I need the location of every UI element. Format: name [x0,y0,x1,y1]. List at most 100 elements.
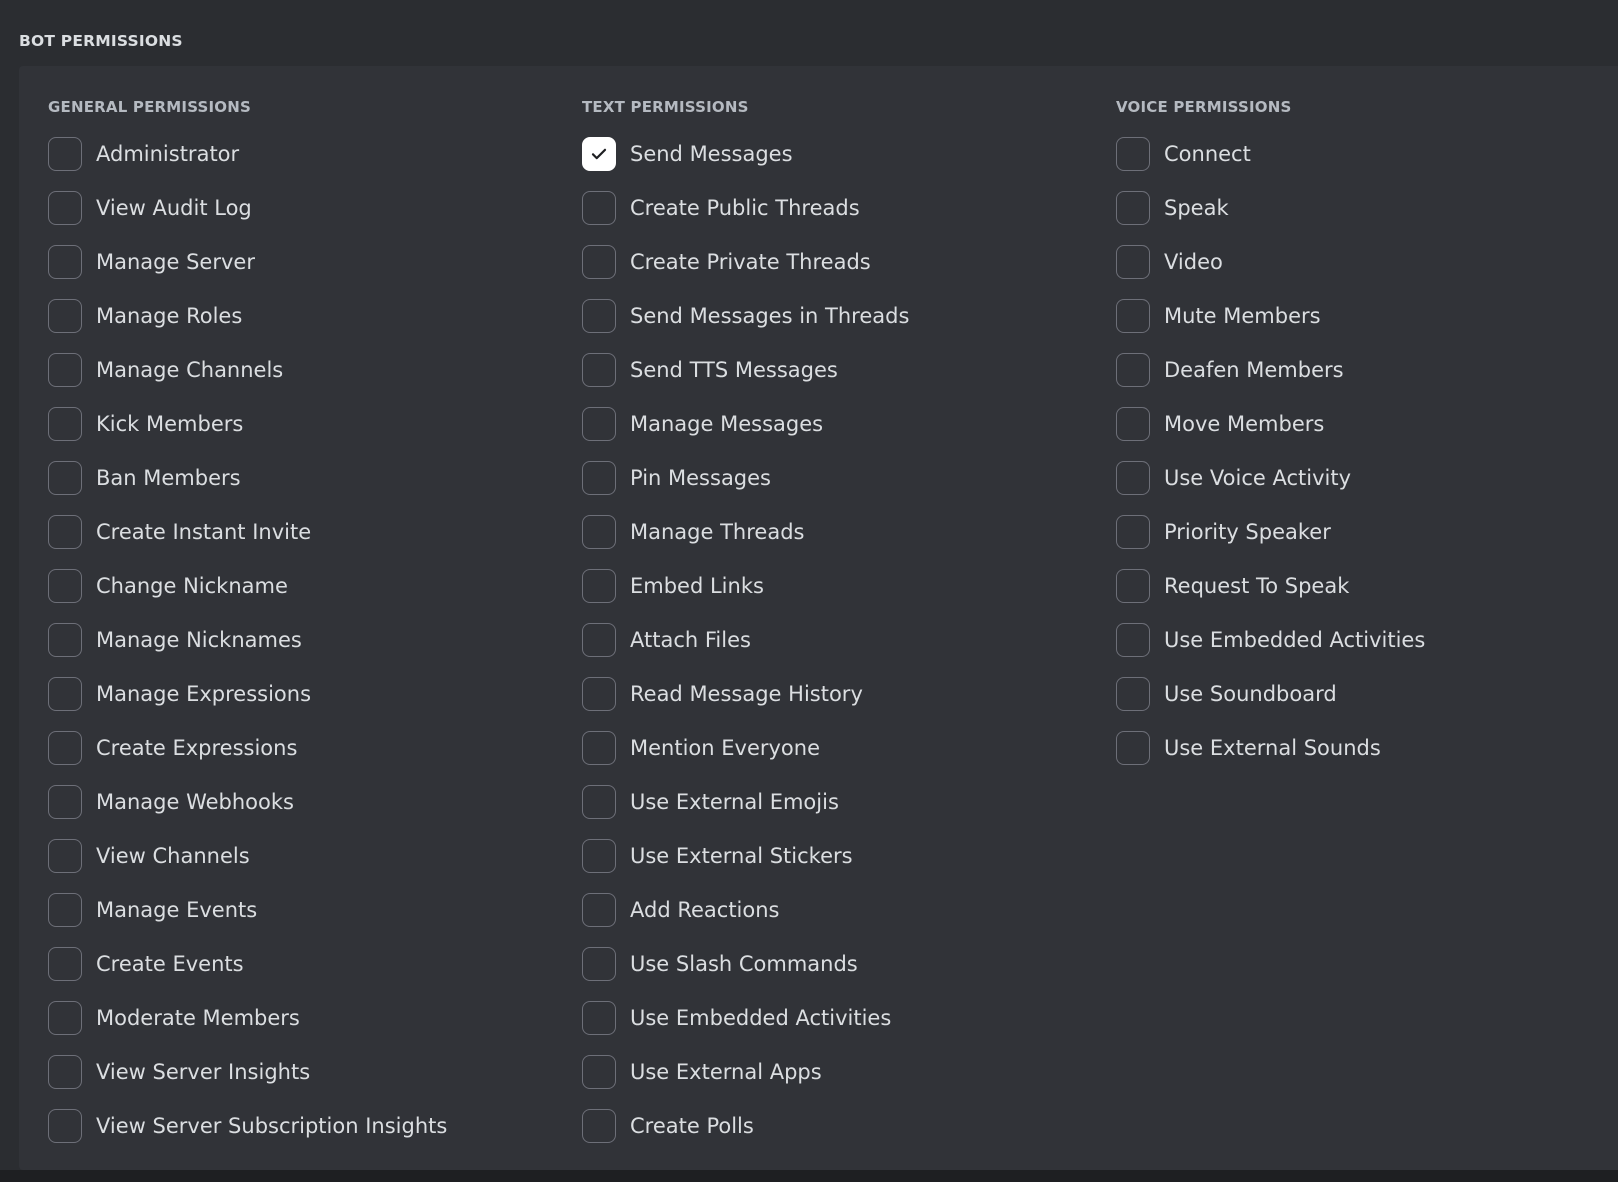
permission-checkbox[interactable] [1116,137,1150,171]
permission-view-server-subscription-insights[interactable]: View Server Subscription Insights [48,1099,447,1153]
permission-checkbox[interactable] [582,461,616,495]
permission-use-external-stickers[interactable]: Use External Stickers [582,829,909,883]
permission-create-polls[interactable]: Create Polls [582,1099,909,1153]
permission-attach-files[interactable]: Attach Files [582,613,909,667]
permission-checkbox[interactable] [582,1109,616,1143]
permission-connect[interactable]: Connect [1116,127,1425,181]
permission-checkbox[interactable] [582,731,616,765]
permission-checkbox[interactable] [582,569,616,603]
permission-checkbox[interactable] [582,893,616,927]
permission-checkbox[interactable] [48,461,82,495]
permission-checkbox[interactable] [582,407,616,441]
permission-manage-threads[interactable]: Manage Threads [582,505,909,559]
permission-mention-everyone[interactable]: Mention Everyone [582,721,909,775]
permission-manage-channels[interactable]: Manage Channels [48,343,447,397]
permission-use-embedded-activities[interactable]: Use Embedded Activities [1116,613,1425,667]
permission-checkbox[interactable] [48,1109,82,1143]
permission-checkbox[interactable] [1116,245,1150,279]
permission-add-reactions[interactable]: Add Reactions [582,883,909,937]
permission-checkbox[interactable] [1116,461,1150,495]
permission-create-expressions[interactable]: Create Expressions [48,721,447,775]
permission-checkbox[interactable] [48,353,82,387]
permission-ban-members[interactable]: Ban Members [48,451,447,505]
permission-manage-events[interactable]: Manage Events [48,883,447,937]
permission-use-external-sounds[interactable]: Use External Sounds [1116,721,1425,775]
permission-checkbox[interactable] [48,191,82,225]
permission-manage-server[interactable]: Manage Server [48,235,447,289]
permission-embed-links[interactable]: Embed Links [582,559,909,613]
permission-create-private-threads[interactable]: Create Private Threads [582,235,909,289]
permission-checkbox[interactable] [48,299,82,333]
permission-use-soundboard[interactable]: Use Soundboard [1116,667,1425,721]
permission-use-external-apps[interactable]: Use External Apps [582,1045,909,1099]
permission-checkbox[interactable] [48,677,82,711]
permission-checkbox[interactable] [582,1001,616,1035]
permission-checkbox[interactable] [582,191,616,225]
permission-manage-nicknames[interactable]: Manage Nicknames [48,613,447,667]
permission-checkbox[interactable] [582,677,616,711]
permission-checkbox[interactable] [1116,407,1150,441]
permission-checkbox[interactable] [48,569,82,603]
permission-checkbox[interactable] [582,515,616,549]
permission-checkbox[interactable] [48,785,82,819]
permission-use-voice-activity[interactable]: Use Voice Activity [1116,451,1425,505]
permission-create-events[interactable]: Create Events [48,937,447,991]
permission-manage-expressions[interactable]: Manage Expressions [48,667,447,721]
permission-deafen-members[interactable]: Deafen Members [1116,343,1425,397]
permission-priority-speaker[interactable]: Priority Speaker [1116,505,1425,559]
permission-manage-messages[interactable]: Manage Messages [582,397,909,451]
permission-checkbox[interactable] [1116,731,1150,765]
permission-request-to-speak[interactable]: Request To Speak [1116,559,1425,613]
permission-checkbox[interactable] [582,623,616,657]
permission-checkbox[interactable] [582,839,616,873]
permission-use-embedded-activities[interactable]: Use Embedded Activities [582,991,909,1045]
permission-move-members[interactable]: Move Members [1116,397,1425,451]
permission-checkbox[interactable] [48,515,82,549]
permission-checkbox[interactable] [48,893,82,927]
permission-checkbox[interactable] [48,137,82,171]
permission-checkbox[interactable] [48,407,82,441]
permission-checkbox[interactable] [1116,299,1150,333]
permission-checkbox[interactable] [1116,569,1150,603]
permission-video[interactable]: Video [1116,235,1425,289]
permission-checkbox[interactable] [1116,623,1150,657]
permission-checkbox[interactable] [1116,191,1150,225]
permission-checkbox[interactable] [48,731,82,765]
permission-checkbox[interactable] [48,839,82,873]
permission-speak[interactable]: Speak [1116,181,1425,235]
permission-read-message-history[interactable]: Read Message History [582,667,909,721]
permission-checkbox[interactable] [48,947,82,981]
permission-view-audit-log[interactable]: View Audit Log [48,181,447,235]
permission-use-slash-commands[interactable]: Use Slash Commands [582,937,909,991]
permission-checkbox[interactable] [1116,677,1150,711]
permission-checkbox[interactable] [582,299,616,333]
permission-view-channels[interactable]: View Channels [48,829,447,883]
permission-manage-roles[interactable]: Manage Roles [48,289,447,343]
permission-send-messages[interactable]: Send Messages [582,127,909,181]
permission-pin-messages[interactable]: Pin Messages [582,451,909,505]
permission-checkbox[interactable] [582,137,616,171]
permission-checkbox[interactable] [48,623,82,657]
permission-send-tts-messages[interactable]: Send TTS Messages [582,343,909,397]
permission-mute-members[interactable]: Mute Members [1116,289,1425,343]
permission-kick-members[interactable]: Kick Members [48,397,447,451]
permission-view-server-insights[interactable]: View Server Insights [48,1045,447,1099]
permission-checkbox[interactable] [48,1055,82,1089]
permission-checkbox[interactable] [48,245,82,279]
permission-create-public-threads[interactable]: Create Public Threads [582,181,909,235]
permission-checkbox[interactable] [582,1055,616,1089]
permission-send-messages-in-threads[interactable]: Send Messages in Threads [582,289,909,343]
permission-checkbox[interactable] [582,245,616,279]
permission-use-external-emojis[interactable]: Use External Emojis [582,775,909,829]
permission-manage-webhooks[interactable]: Manage Webhooks [48,775,447,829]
permission-moderate-members[interactable]: Moderate Members [48,991,447,1045]
permission-checkbox[interactable] [582,353,616,387]
permission-checkbox[interactable] [1116,515,1150,549]
permission-create-instant-invite[interactable]: Create Instant Invite [48,505,447,559]
permission-administrator[interactable]: Administrator [48,127,447,181]
permission-checkbox[interactable] [582,947,616,981]
permission-change-nickname[interactable]: Change Nickname [48,559,447,613]
permission-checkbox[interactable] [582,785,616,819]
permission-checkbox[interactable] [48,1001,82,1035]
permission-checkbox[interactable] [1116,353,1150,387]
